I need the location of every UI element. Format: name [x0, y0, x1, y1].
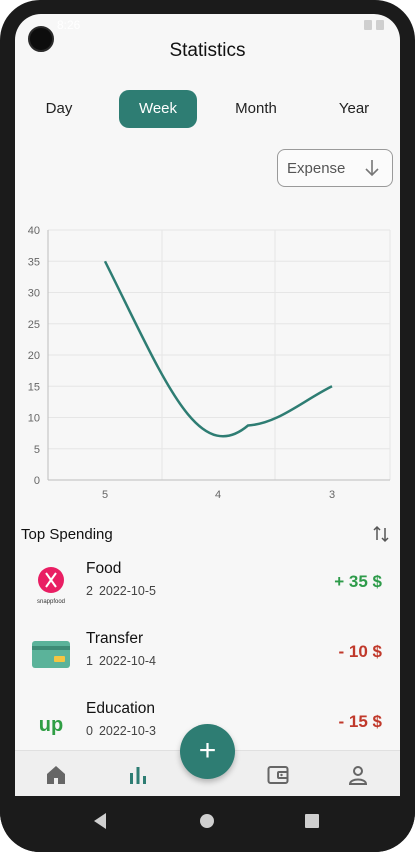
- tab-day[interactable]: Day: [20, 90, 98, 128]
- txn-meta: 0 2022-10-3: [86, 724, 156, 738]
- snappfood-logo-text: snappfood: [37, 599, 65, 605]
- status-time: 8:26: [57, 18, 81, 32]
- status-bar: 8:26: [15, 14, 400, 36]
- txn-amount: - 10 $: [338, 642, 382, 661]
- x-tick-label: 3: [329, 489, 335, 500]
- front-camera: [28, 26, 54, 52]
- y-tick-label: 25: [28, 319, 40, 331]
- card-logo: [29, 632, 73, 676]
- back-icon[interactable]: [92, 812, 108, 830]
- txn-count: 1: [86, 654, 93, 668]
- spending-chart: 0 5 10 15 20 25 30 35 40 5 4 3: [15, 210, 400, 501]
- add-transaction-button[interactable]: +: [180, 724, 235, 779]
- top-spending-header: Top Spending: [21, 522, 391, 546]
- home-icon[interactable]: [44, 763, 68, 787]
- line-chart: 0 5 10 15 20 25 30 35 40 5 4 3: [28, 225, 391, 501]
- page-title: Statistics: [169, 40, 246, 61]
- period-tabs: Day Week Month Year: [15, 90, 400, 130]
- list-item[interactable]: Transfer 1 2022-10-4 - 10 $: [15, 624, 400, 686]
- arrow-down-icon: [365, 160, 379, 177]
- x-tick-label: 5: [102, 489, 108, 500]
- y-tick-label: 30: [28, 288, 40, 300]
- txn-count: 2: [86, 584, 93, 598]
- txn-name: Transfer: [86, 630, 144, 647]
- txn-name: Food: [86, 560, 122, 577]
- upwork-logo-text: up: [39, 714, 63, 736]
- system-navigation: [0, 796, 415, 852]
- home-button-icon[interactable]: [199, 812, 215, 830]
- y-tick-label: 40: [28, 225, 40, 237]
- x-tick-label: 4: [215, 489, 221, 500]
- top-spending-title: Top Spending: [21, 525, 113, 543]
- snappfood-logo: snappfood: [29, 562, 73, 606]
- app-screen: 8:26 Statistics Day Week Month Year Expe…: [15, 14, 400, 796]
- y-tick-label: 10: [28, 413, 40, 425]
- statistics-icon[interactable]: [126, 763, 150, 787]
- expense-dropdown-label: Expense: [287, 159, 346, 177]
- tab-month[interactable]: Month: [217, 90, 295, 128]
- list-item[interactable]: snappfood Food 2 2022-10-5 + 35 $: [15, 554, 400, 616]
- txn-amount: + 35 $: [334, 572, 382, 591]
- status-icons: [364, 18, 384, 32]
- tab-year[interactable]: Year: [315, 90, 393, 128]
- txn-meta: 1 2022-10-4: [86, 654, 156, 668]
- y-tick-label: 15: [28, 381, 40, 393]
- recents-icon[interactable]: [304, 812, 320, 830]
- series-line: [103, 260, 333, 438]
- y-tick-label: 35: [28, 256, 40, 268]
- tab-week[interactable]: Week: [119, 90, 197, 128]
- y-tick-label: 0: [34, 475, 40, 487]
- txn-count: 0: [86, 724, 93, 738]
- y-tick-label: 20: [28, 350, 40, 362]
- txn-name: Education: [86, 700, 155, 717]
- txn-date: 2022-10-4: [98, 654, 156, 668]
- expense-dropdown[interactable]: Expense: [277, 149, 393, 187]
- sort-icon[interactable]: [371, 524, 391, 544]
- wallet-icon[interactable]: [266, 763, 290, 787]
- upwork-logo: up: [29, 702, 73, 746]
- phone-device: 8:26 Statistics Day Week Month Year Expe…: [0, 0, 415, 852]
- y-tick-label: 5: [34, 444, 40, 456]
- txn-date: 2022-10-3: [98, 724, 156, 738]
- txn-meta: 2 2022-10-5: [86, 584, 156, 598]
- txn-amount: - 15 $: [338, 712, 382, 731]
- profile-icon[interactable]: [346, 763, 370, 787]
- txn-date: 2022-10-5: [98, 584, 156, 598]
